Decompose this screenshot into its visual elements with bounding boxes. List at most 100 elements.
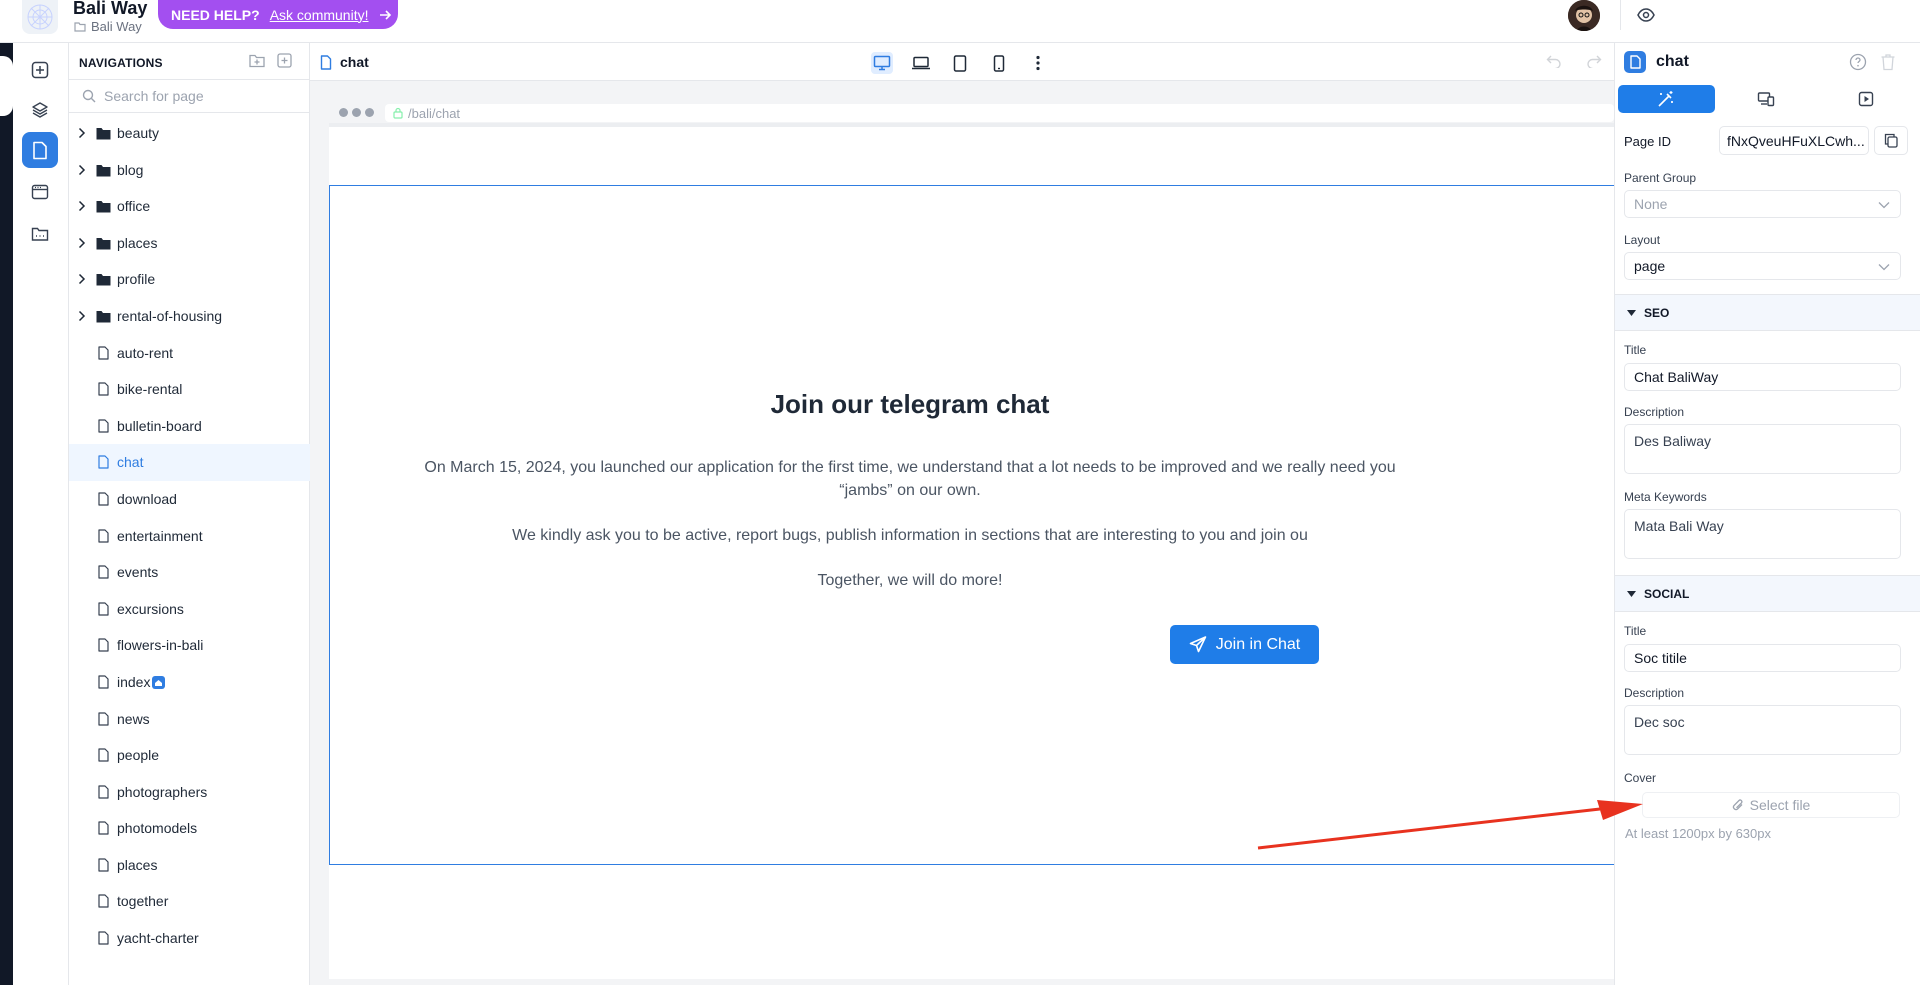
- page-label: places: [117, 856, 158, 873]
- sidebar-page-people[interactable]: people: [69, 737, 310, 774]
- app-logo[interactable]: [22, 0, 58, 34]
- seo-title-input[interactable]: Chat BaliWay: [1624, 363, 1901, 391]
- folder-icon: [96, 273, 111, 286]
- pages-icon[interactable]: [22, 132, 58, 168]
- search-input[interactable]: [104, 88, 284, 104]
- media-folder-icon[interactable]: [22, 216, 58, 252]
- page-icon: [98, 785, 109, 799]
- page-icon: [98, 748, 109, 762]
- redo-icon[interactable]: [1586, 54, 1602, 68]
- social-title-label: Title: [1624, 624, 1647, 638]
- selected-section[interactable]: Join our telegram chat On March 15, 2024…: [329, 185, 1614, 865]
- social-section-header[interactable]: SOCIAL: [1615, 575, 1920, 612]
- page-icon: [98, 821, 109, 835]
- sidebar-page-places[interactable]: places: [69, 847, 310, 884]
- tab-design[interactable]: [1618, 85, 1715, 113]
- parent-group-select[interactable]: None: [1624, 190, 1901, 218]
- copy-icon[interactable]: [1874, 126, 1908, 155]
- add-folder-icon[interactable]: [249, 53, 265, 68]
- chevron-down-icon: [1878, 201, 1890, 209]
- seo-section-header[interactable]: SEO: [1615, 294, 1920, 331]
- app-subtitle[interactable]: Bali Way: [74, 19, 142, 34]
- sidebar-folder-beauty[interactable]: beauty: [69, 115, 310, 152]
- meta-keywords-input[interactable]: Mata Bali Way: [1624, 509, 1901, 559]
- sidebar-page-events[interactable]: events: [69, 554, 310, 591]
- chevron-down-icon: [1878, 263, 1890, 271]
- panel-title: chat: [1656, 53, 1689, 70]
- tab-page[interactable]: chat: [320, 54, 369, 70]
- chevron-right-icon[interactable]: [78, 273, 86, 285]
- trash-icon[interactable]: [1880, 53, 1896, 71]
- help-icon[interactable]: [1849, 53, 1867, 71]
- chevron-right-icon[interactable]: [78, 200, 86, 212]
- mobile-icon[interactable]: [988, 52, 1010, 74]
- seo-description-input[interactable]: Des Baliway: [1624, 424, 1901, 474]
- sidebar-folder-office[interactable]: office: [69, 188, 310, 225]
- paperclip-icon: [1732, 798, 1744, 812]
- sidebar-page-chat[interactable]: chat: [69, 444, 310, 481]
- window-dot: [352, 108, 361, 117]
- avatar[interactable]: [1568, 0, 1600, 31]
- page-icon: [98, 711, 109, 726]
- add-page-icon[interactable]: [277, 53, 292, 68]
- add-icon[interactable]: [22, 52, 58, 88]
- sidebar-page-index[interactable]: index: [69, 664, 310, 701]
- page-label: events: [117, 564, 159, 581]
- sidebar-page-bike-rental[interactable]: bike-rental: [69, 371, 310, 408]
- chevron-right-icon[interactable]: [78, 310, 86, 322]
- chevron-right-icon[interactable]: [78, 127, 86, 139]
- social-description-input[interactable]: Dec soc: [1624, 705, 1901, 755]
- sidebar-page-flowers-in-bali[interactable]: flowers-in-bali: [69, 627, 310, 664]
- layout-value: page: [1634, 258, 1666, 274]
- laptop-icon[interactable]: [910, 52, 932, 74]
- sidebar-folder-blog[interactable]: blog: [69, 152, 310, 189]
- sidebar-page-together[interactable]: together: [69, 883, 310, 920]
- more-icon[interactable]: [1027, 52, 1049, 74]
- sidebar-page-photomodels[interactable]: photomodels: [69, 810, 310, 847]
- layers-icon[interactable]: [22, 92, 58, 128]
- sidebar-folder-places[interactable]: places: [69, 225, 310, 262]
- folder-icon: [96, 237, 111, 250]
- hero-paragraph-3: Together, we will do more!: [817, 572, 1003, 589]
- sidebar-page-download[interactable]: download: [69, 481, 310, 518]
- sidebar-page-bulletin-board[interactable]: bulletin-board: [69, 408, 310, 445]
- seo-section-label: SEO: [1644, 305, 1670, 320]
- ask-community-link[interactable]: Ask community!: [270, 7, 369, 23]
- sidebar-page-yacht-charter[interactable]: yacht-charter: [69, 920, 310, 957]
- device-switcher: [871, 52, 1049, 74]
- chevron-right-icon[interactable]: [78, 164, 86, 176]
- tab-responsive[interactable]: [1717, 85, 1815, 113]
- sidebar-page-auto-rent[interactable]: auto-rent: [69, 335, 310, 372]
- browser-icon[interactable]: [22, 174, 58, 210]
- join-chat-button[interactable]: Join in Chat: [1170, 625, 1319, 664]
- sidebar-folder-rental-of-housing[interactable]: rental-of-housing: [69, 298, 310, 335]
- tab-preview[interactable]: [1817, 85, 1915, 113]
- layout-select[interactable]: page: [1624, 252, 1901, 280]
- select-file-button[interactable]: Select file: [1642, 792, 1900, 818]
- folder-label: rental-of-housing: [117, 307, 223, 324]
- sidebar-folder-profile[interactable]: profile: [69, 261, 310, 298]
- parent-group-value: None: [1634, 196, 1668, 212]
- folder-icon: [96, 200, 111, 213]
- lock-icon: [393, 107, 403, 119]
- desktop-icon[interactable]: [871, 52, 893, 74]
- help-banner[interactable]: NEED HELP? Ask community!: [158, 0, 398, 29]
- arrow-right-icon: [379, 9, 392, 21]
- sidebar-page-news[interactable]: news: [69, 701, 310, 738]
- navigation-panel: NAVIGATIONS beauty blog office places profil…: [69, 43, 310, 985]
- social-title-input[interactable]: Soc titile: [1624, 644, 1901, 672]
- sidebar-page-photographers[interactable]: photographers: [69, 774, 310, 811]
- undo-icon[interactable]: [1546, 54, 1562, 68]
- eye-icon[interactable]: [1636, 6, 1656, 24]
- page-icon: [98, 419, 109, 433]
- folder-label: blog: [117, 161, 144, 178]
- folder-icon: [96, 127, 111, 140]
- chevron-right-icon[interactable]: [78, 237, 86, 249]
- page-search[interactable]: [69, 79, 310, 113]
- page-label: yacht-charter: [117, 930, 199, 947]
- page-id-field[interactable]: fNxQveuHFuXLCwh...: [1719, 126, 1869, 155]
- tablet-icon[interactable]: [949, 52, 971, 74]
- page-label: bulletin-board: [117, 417, 202, 434]
- sidebar-page-entertainment[interactable]: entertainment: [69, 518, 310, 555]
- sidebar-page-excursions[interactable]: excursions: [69, 591, 310, 628]
